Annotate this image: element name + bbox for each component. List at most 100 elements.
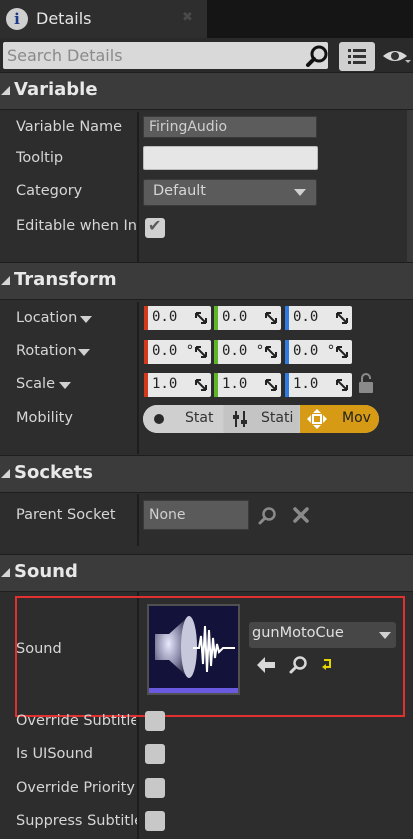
override-subtitle-checkbox[interactable] — [145, 711, 165, 731]
rotation-z-field[interactable]: 0.0 ° — [285, 340, 352, 364]
list-icon — [348, 49, 366, 64]
scale-z-value: 1.0 — [293, 376, 319, 392]
drag-arrow-icon — [336, 379, 348, 391]
is-uisound-checkbox[interactable] — [145, 744, 165, 764]
close-icon[interactable]: ✖ — [182, 10, 193, 25]
tab-details[interactable]: i Details ✖ — [0, 0, 207, 38]
mobility-option-movable[interactable]: Mov — [300, 405, 379, 433]
checkmark-icon: ✔ — [148, 216, 162, 235]
static-icon — [154, 414, 164, 424]
visibility-button[interactable] — [381, 44, 411, 72]
parent-socket-field[interactable]: None — [143, 500, 249, 530]
tab-title: Details — [36, 9, 92, 28]
section-sound[interactable]: Sound — [0, 554, 413, 592]
rotation-x-value: 0.0 ° — [152, 343, 195, 359]
rotation-label: Rotation — [16, 343, 77, 359]
mobility-toggle: Stat Stati Mov — [143, 405, 379, 433]
category-label: Category — [16, 183, 83, 199]
section-title: Variable — [14, 79, 98, 100]
y-axis-stripe — [214, 373, 218, 397]
collapse-arrow-icon — [1, 469, 10, 478]
clear-icon[interactable] — [293, 507, 309, 523]
tooltip-field[interactable] — [143, 146, 318, 170]
rotation-y-value: 0.0 ° — [222, 343, 265, 359]
x-axis-stripe — [144, 340, 148, 364]
scale-label: Scale — [16, 376, 56, 392]
location-label: Location — [16, 310, 78, 326]
editable-checkbox[interactable]: ✔ — [145, 216, 165, 238]
location-y-field[interactable]: 0.0 — [214, 306, 281, 330]
search-icon[interactable] — [305, 44, 329, 68]
suppress-subtitle-checkbox[interactable] — [145, 811, 165, 831]
is-uisound-label: Is UISound — [16, 746, 93, 762]
mobility-option-static[interactable]: Stat — [143, 405, 223, 433]
location-z-value: 0.0 — [293, 309, 319, 325]
mobility-option-stationary[interactable]: Stati — [224, 405, 299, 433]
z-axis-stripe — [285, 373, 289, 397]
scale-y-field[interactable]: 1.0 — [214, 373, 281, 397]
location-z-field[interactable]: 0.0 — [285, 306, 352, 330]
location-y-value: 0.0 — [222, 309, 248, 325]
chevron-down-icon[interactable] — [59, 382, 71, 389]
drag-arrow-icon — [195, 312, 207, 324]
scale-x-field[interactable]: 1.0 — [144, 373, 211, 397]
location-x-value: 0.0 — [152, 309, 178, 325]
column-divider — [137, 302, 139, 454]
z-axis-stripe — [285, 306, 289, 330]
parent-socket-label: Parent Socket — [16, 507, 116, 523]
move-arrows-icon — [307, 409, 327, 429]
drag-arrow-icon — [195, 346, 207, 358]
tooltip-label: Tooltip — [16, 150, 64, 166]
editable-label: Editable when Inh — [16, 218, 136, 234]
drag-arrow-icon — [195, 379, 207, 391]
variable-name-field[interactable]: FiringAudio — [143, 116, 317, 138]
z-axis-stripe — [285, 340, 289, 364]
override-priority-checkbox[interactable] — [145, 778, 165, 798]
location-x-field[interactable]: 0.0 — [144, 306, 211, 330]
y-axis-stripe — [214, 306, 218, 330]
view-options-button[interactable] — [339, 42, 375, 71]
override-priority-label: Override Priority — [16, 780, 135, 796]
search-input[interactable] — [7, 45, 297, 66]
x-axis-stripe — [144, 373, 148, 397]
category-value: Default — [153, 183, 206, 199]
chevron-down-icon[interactable] — [78, 349, 90, 356]
collapse-arrow-icon — [1, 568, 10, 577]
section-sockets[interactable]: Sockets — [0, 455, 413, 493]
section-transform[interactable]: Transform — [0, 262, 413, 300]
section-variable[interactable]: Variable — [0, 72, 413, 110]
collapse-arrow-icon — [1, 86, 10, 95]
drag-arrow-icon — [265, 379, 277, 391]
chevron-down-icon — [294, 189, 306, 196]
mobility-label: Mobility — [16, 410, 73, 426]
search-bar — [0, 38, 413, 74]
override-subtitle-label: Override Subtitle — [16, 713, 136, 729]
info-icon: i — [6, 8, 28, 30]
scale-y-value: 1.0 — [222, 376, 248, 392]
scale-z-field[interactable]: 1.0 — [285, 373, 352, 397]
mobility-static-label: Stat — [185, 410, 214, 426]
rotation-y-field[interactable]: 0.0 ° — [214, 340, 281, 364]
column-divider — [137, 112, 139, 262]
section-title: Sockets — [14, 462, 94, 483]
eye-icon — [383, 51, 411, 63]
sound-highlight-box — [15, 596, 405, 717]
scale-x-value: 1.0 — [152, 376, 178, 392]
category-dropdown[interactable]: Default — [143, 179, 317, 206]
search-icon[interactable] — [258, 506, 278, 526]
rotation-x-field[interactable]: 0.0 ° — [144, 340, 211, 364]
title-bar: i Details ✖ — [0, 0, 413, 38]
y-axis-stripe — [214, 340, 218, 364]
suppress-subtitle-label: Suppress Subtitle — [16, 813, 137, 829]
mobility-stationary-label: Stati — [261, 410, 294, 426]
stationary-icon — [233, 411, 247, 427]
variable-name-label: Variable Name — [16, 119, 123, 135]
drag-arrow-icon — [336, 312, 348, 324]
lock-icon[interactable] — [357, 372, 375, 394]
rotation-z-value: 0.0 ° — [293, 343, 336, 359]
x-axis-stripe — [144, 306, 148, 330]
mobility-movable-label: Mov — [342, 410, 371, 426]
chevron-down-icon[interactable] — [80, 316, 92, 323]
drag-arrow-icon — [265, 346, 277, 358]
section-title: Sound — [14, 561, 78, 582]
